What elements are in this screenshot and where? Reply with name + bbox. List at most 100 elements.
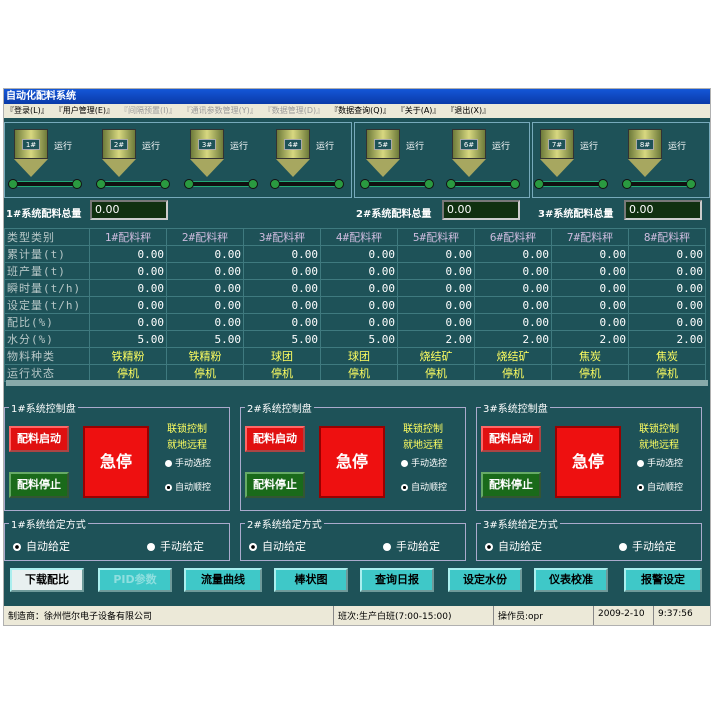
manual-setpoint-label: 手动给定 <box>160 540 204 553</box>
download-ratio-button[interactable]: 下载配比 <box>10 568 84 592</box>
table-cell: 0.00 <box>397 313 475 331</box>
belt-roller <box>534 179 544 189</box>
hopper-cone <box>366 159 400 177</box>
table-cell: 0.00 <box>89 262 167 280</box>
table-separator <box>6 380 708 386</box>
table-cell: 球团 <box>243 347 321 365</box>
stop-batching-button[interactable]: 配料停止 <box>481 472 541 498</box>
daily-report-button[interactable]: 查询日报 <box>360 568 434 592</box>
auto-sequence-radio[interactable]: 自动顺控 <box>165 480 211 493</box>
table-cell: 球团 <box>320 347 398 365</box>
total-value-2: 0.00 <box>442 200 520 220</box>
auto-sequence-radio[interactable]: 自动顺控 <box>637 480 683 493</box>
status-operator: 操作员:opr <box>494 606 594 625</box>
hopper-state: 运行 <box>580 142 599 152</box>
table-cell: 0.00 <box>243 313 321 331</box>
menu-data-query[interactable]: 『数据查询(Q)』 <box>330 104 391 118</box>
row-header: 运行状态 <box>4 364 90 382</box>
manual-setpoint-radio[interactable]: 手动给定 <box>147 538 204 554</box>
interlock-label: 联锁控制 <box>403 424 443 435</box>
table-cell: 铁精粉 <box>89 347 167 365</box>
table-cell: 0.00 <box>397 279 475 297</box>
table-cell: 0.00 <box>628 313 706 331</box>
stop-batching-button[interactable]: 配料停止 <box>245 472 305 498</box>
table-row: 班产量(t) 0.00 0.00 0.00 0.00 0.00 0.00 0.00 0.00 <box>4 262 706 280</box>
start-batching-button[interactable]: 配料启动 <box>481 426 541 452</box>
table-header-row: 类型类别 1#配料秤 2#配料秤 3#配料秤 4#配料秤 5#配料秤 6#配料秤 7#配料秤 8… <box>4 228 706 246</box>
row-header: 配比(%) <box>4 313 90 331</box>
table-cell: 停机 <box>89 364 167 382</box>
menu-comm-params: 『通讯参数管理(Y)』 <box>182 106 258 115</box>
table-row: 累计量(t) 0.00 0.00 0.00 0.00 0.00 0.00 0.00 0.00 <box>4 245 706 263</box>
stop-batching-button[interactable]: 配料停止 <box>9 472 69 498</box>
hopper-5: 5# 运行 <box>360 125 444 197</box>
flow-curve-button[interactable]: 流量曲线 <box>184 568 262 592</box>
interlock-label: 联锁控制 <box>639 424 679 435</box>
hopper-state: 运行 <box>230 142 249 152</box>
hopper-cone <box>276 159 310 177</box>
pid-params-button: PID参数 <box>98 568 172 592</box>
table-cell: 0.00 <box>551 262 629 280</box>
manual-setpoint-radio[interactable]: 手动给定 <box>619 538 676 554</box>
table-cell: 停机 <box>551 364 629 382</box>
belt-roller <box>510 179 520 189</box>
manual-select-radio[interactable]: 手动选控 <box>637 456 683 469</box>
auto-setpoint-label: 自动给定 <box>26 540 70 553</box>
table-cell: 0.00 <box>243 279 321 297</box>
control-panel-1: 1#系统控制盘 配料启动 配料停止 急停 联锁控制 就地远程 手动选控 自动顺控 <box>4 400 230 511</box>
manual-select-radio[interactable]: 手动选控 <box>165 456 211 469</box>
auto-setpoint-radio[interactable]: 自动给定 <box>13 538 70 554</box>
row-header: 累计量(t) <box>4 245 90 263</box>
set-moisture-button[interactable]: 设定水份 <box>448 568 522 592</box>
menu-login[interactable]: 『登录(L)』 <box>6 104 49 118</box>
menu-interval-preset: 『间隔预置(I)』 <box>120 106 177 115</box>
table-cell: 0.00 <box>320 262 398 280</box>
hopper-cone <box>102 159 136 177</box>
hopper-7: 7# 运行 <box>534 125 618 197</box>
setpoint-mode-panel-2: 2#系统给定方式 自动给定 手动给定 <box>240 516 466 561</box>
table-cell: 2.00 <box>397 330 475 348</box>
table-cell: 0.00 <box>89 245 167 263</box>
emergency-stop-button[interactable]: 急停 <box>555 426 621 498</box>
menu-about[interactable]: 『关于(A)』 <box>397 104 441 118</box>
auto-setpoint-radio[interactable]: 自动给定 <box>249 538 306 554</box>
table-row: 配比(%) 0.00 0.00 0.00 0.00 0.00 0.00 0.00 0.00 <box>4 313 706 331</box>
belt-roller <box>598 179 608 189</box>
menu-bar: 『登录(L)』 『用户管理(E)』 『间隔预置(I)』 『通讯参数管理(Y)』 … <box>4 104 710 118</box>
calibrate-meter-button[interactable]: 仪表校准 <box>534 568 608 592</box>
main-window: 自动化配料系统 『登录(L)』 『用户管理(E)』 『间隔预置(I)』 『通讯参… <box>3 88 711 626</box>
auto-sequence-label: 自动顺控 <box>647 483 684 493</box>
table-cell: 0.00 <box>397 296 475 314</box>
alarm-settings-button[interactable]: 报警设定 <box>624 568 702 592</box>
status-bar: 制造商：徐州恺尔电子设备有限公司 班次:生产白班(7:00-15:00) 操作员… <box>4 606 710 625</box>
control-panel-3: 3#系统控制盘 配料启动 配料停止 急停 联锁控制 就地远程 手动选控 自动顺控 <box>476 400 702 511</box>
auto-sequence-radio[interactable]: 自动顺控 <box>401 480 447 493</box>
manual-setpoint-radio[interactable]: 手动给定 <box>383 538 440 554</box>
auto-setpoint-radio[interactable]: 自动给定 <box>485 538 542 554</box>
local-remote-label: 就地远程 <box>167 440 207 451</box>
start-batching-button[interactable]: 配料启动 <box>245 426 305 452</box>
auto-sequence-label: 自动顺控 <box>175 483 212 493</box>
table-cell: 0.00 <box>166 245 244 263</box>
table-cell: 铁精粉 <box>166 347 244 365</box>
manual-select-radio[interactable]: 手动选控 <box>401 456 447 469</box>
bar-chart-button[interactable]: 棒状图 <box>274 568 348 592</box>
emergency-stop-button[interactable]: 急停 <box>83 426 149 498</box>
menu-user-admin[interactable]: 『用户管理(E)』 <box>55 104 114 118</box>
start-batching-button[interactable]: 配料启动 <box>9 426 69 452</box>
column-header: 8#配料秤 <box>628 228 706 246</box>
emergency-stop-button[interactable]: 急停 <box>319 426 385 498</box>
belt-roller <box>270 179 280 189</box>
table-cell: 0.00 <box>474 296 552 314</box>
hopper-label: 1# <box>22 139 40 150</box>
belt-roller <box>622 179 632 189</box>
table-cell: 0.00 <box>628 296 706 314</box>
control-panel-title: 2#系统控制盘 <box>245 400 314 415</box>
table-cell: 0.00 <box>551 245 629 263</box>
table-cell: 2.00 <box>474 330 552 348</box>
total-value-1: 0.00 <box>90 200 168 220</box>
status-time: 9:37:56 <box>658 609 693 619</box>
menu-exit[interactable]: 『退出(X)』 <box>446 104 490 118</box>
manual-select-label: 手动选控 <box>647 459 684 469</box>
local-remote-label: 就地远程 <box>639 440 679 451</box>
